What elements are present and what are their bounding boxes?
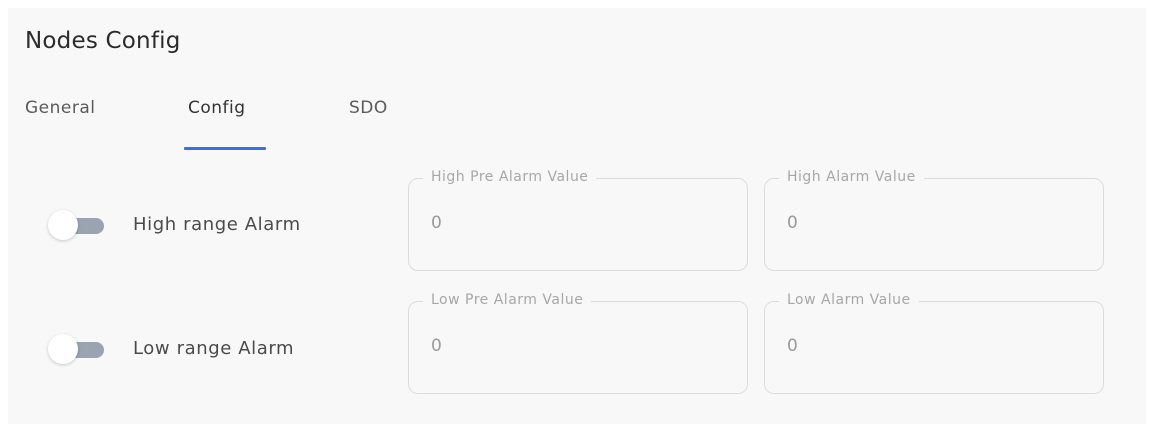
high-alarm-legend: High Alarm Value [779, 169, 924, 185]
low-alarm-field[interactable]: Low Alarm Value [764, 292, 1104, 394]
low-pre-alarm-input[interactable] [431, 336, 721, 356]
low-alarm-legend: Low Alarm Value [779, 292, 919, 308]
low-pre-alarm-legend: Low Pre Alarm Value [423, 292, 592, 308]
tab-general[interactable]: General [25, 98, 96, 118]
high-range-alarm-toggle[interactable] [48, 208, 110, 244]
high-pre-alarm-field[interactable]: High Pre Alarm Value [408, 169, 748, 271]
toggle-thumb [48, 334, 78, 364]
low-range-alarm-label: Low range Alarm [133, 338, 295, 359]
low-alarm-input[interactable] [787, 336, 1077, 356]
high-alarm-field[interactable]: High Alarm Value [764, 169, 1104, 271]
high-pre-alarm-legend: High Pre Alarm Value [423, 169, 597, 185]
high-alarm-input[interactable] [787, 213, 1077, 233]
toggle-thumb [48, 210, 78, 240]
high-pre-alarm-input[interactable] [431, 213, 721, 233]
low-range-alarm-toggle[interactable] [48, 332, 110, 368]
tab-sdo[interactable]: SDO [349, 98, 388, 118]
active-tab-indicator [184, 147, 266, 150]
nodes-config-panel: Nodes Config General Config SDO High ran… [8, 8, 1146, 424]
high-range-alarm-label: High range Alarm [133, 214, 301, 235]
tab-config[interactable]: Config [188, 98, 246, 118]
page-title: Nodes Config [25, 28, 181, 54]
low-pre-alarm-field[interactable]: Low Pre Alarm Value [408, 292, 748, 394]
